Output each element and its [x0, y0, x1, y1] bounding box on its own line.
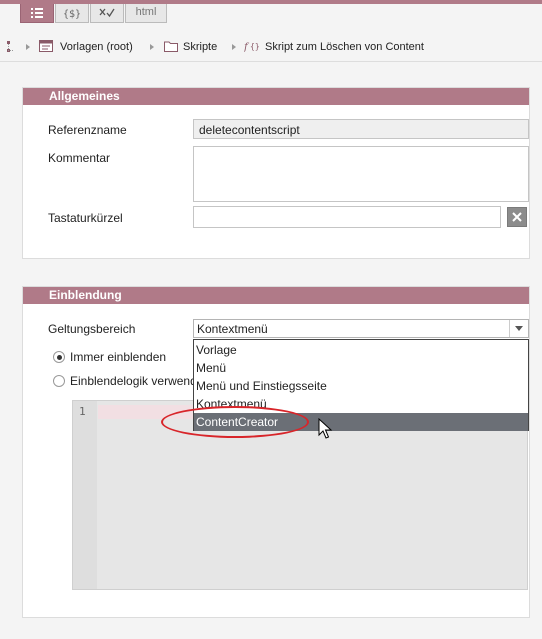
general-panel-title: Allgemeines	[23, 88, 529, 105]
comment-label: Kommentar	[48, 151, 111, 165]
svg-text:{$}: {$}	[64, 9, 80, 19]
divider	[0, 61, 542, 62]
line-number: 1	[79, 405, 86, 418]
close-icon	[512, 212, 522, 222]
breadcrumb-arrow	[150, 44, 154, 50]
dropdown-option-menu[interactable]: Menü	[194, 359, 528, 377]
ref-name-value: deletecontentscript	[199, 123, 300, 137]
svg-text:{}: {}	[250, 42, 260, 51]
folder-icon	[164, 41, 178, 52]
dropdown-option-menu-start[interactable]: Menü und Einstiegsseite	[194, 377, 528, 395]
chevron-down-icon[interactable]	[509, 320, 528, 337]
breadcrumb-item-templates[interactable]: Vorlagen (root)	[60, 41, 133, 53]
clear-shortcut-button[interactable]	[507, 207, 527, 227]
hierarchy-icon	[7, 41, 14, 52]
radio-display-logic-label: Einblendelogik verwenden	[70, 374, 211, 388]
shortcut-label: Tastaturkürzel	[48, 211, 123, 225]
templates-icon	[39, 40, 53, 52]
radio-always-show[interactable]	[53, 351, 65, 363]
script-icon: f {}	[244, 42, 260, 53]
tab-html[interactable]: html	[125, 4, 167, 23]
scope-select[interactable]: Kontextmenü	[193, 319, 529, 338]
breadcrumb-item-script[interactable]: Skript zum Löschen von Content	[265, 41, 424, 53]
editor-gutter: 1	[73, 401, 97, 589]
tab-form[interactable]	[20, 4, 54, 23]
radio-display-logic[interactable]	[53, 375, 65, 387]
tab-variables[interactable]: {$}	[55, 4, 89, 23]
comment-field[interactable]	[193, 146, 529, 202]
breadcrumb-arrow	[26, 44, 30, 50]
breadcrumb-item-scripts[interactable]: Skripte	[183, 41, 217, 53]
check-x-icon	[99, 8, 115, 18]
breadcrumb: Vorlagen (root) Skripte f {} Skript zum …	[0, 36, 542, 58]
annotation-ellipse	[161, 406, 309, 438]
scope-selected-value: Kontextmenü	[197, 322, 268, 336]
shortcut-field[interactable]	[193, 206, 501, 228]
radio-always-show-label: Immer einblenden	[70, 350, 167, 364]
tab-validate[interactable]	[90, 4, 124, 23]
view-tabs: {$} html	[0, 4, 542, 26]
mouse-pointer-icon	[318, 418, 333, 439]
dropdown-option-vorlage[interactable]: Vorlage	[194, 341, 528, 359]
scope-label: Geltungsbereich	[48, 322, 136, 336]
ref-name-label: Referenzname	[48, 123, 127, 137]
ref-name-field[interactable]: deletecontentscript	[193, 119, 529, 139]
brackets-icon: {$}	[64, 9, 80, 19]
list-icon	[31, 8, 43, 18]
display-panel-title: Einblendung	[23, 287, 529, 304]
breadcrumb-arrow	[232, 44, 236, 50]
